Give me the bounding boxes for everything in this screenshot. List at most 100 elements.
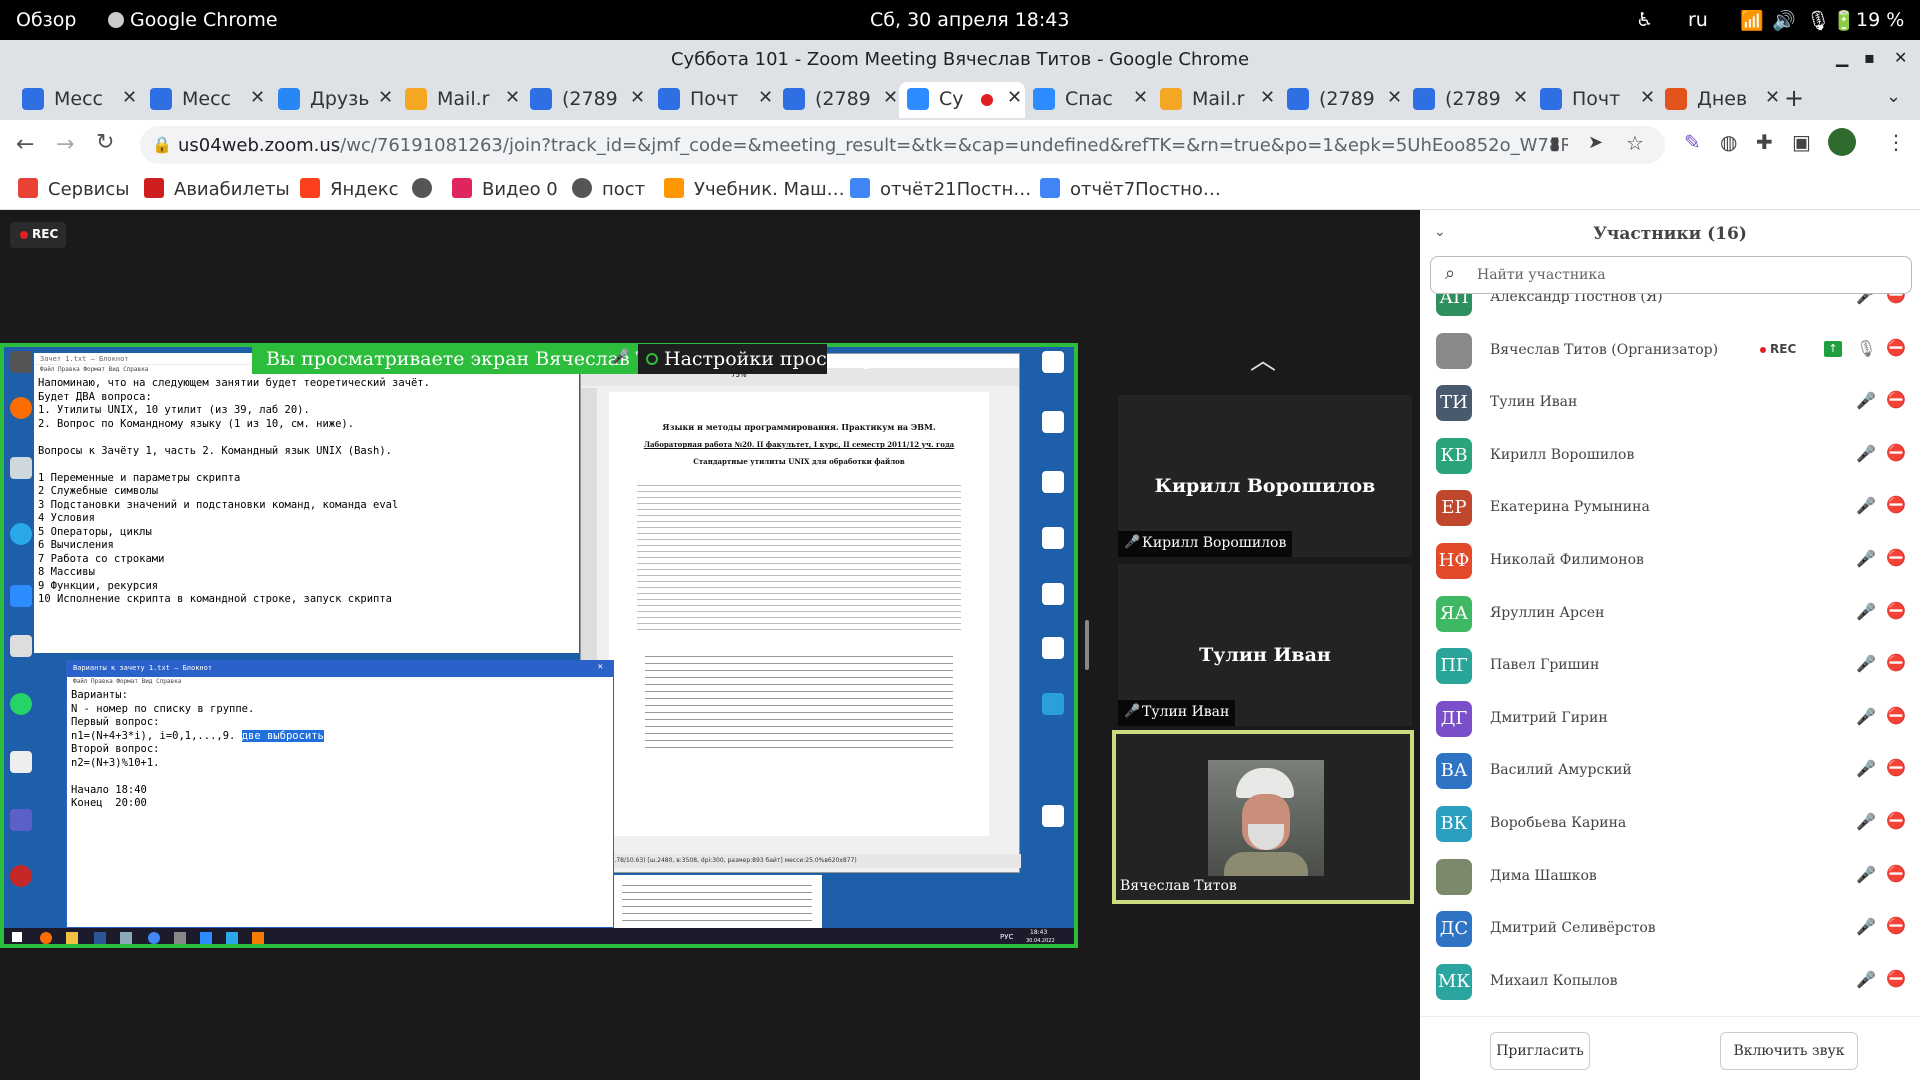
pen-extension-icon[interactable]: ✎ bbox=[1684, 130, 1701, 154]
tab-close-icon[interactable]: ✕ bbox=[1513, 87, 1528, 108]
close-window-button[interactable]: ✕ bbox=[1894, 48, 1907, 67]
tab-close-icon[interactable]: ✕ bbox=[1260, 87, 1275, 108]
taskbar-language[interactable]: РУС bbox=[1000, 933, 1013, 941]
microphone-icon[interactable]: 🎙 bbox=[1806, 9, 1830, 32]
zoom-app-icon[interactable] bbox=[10, 585, 32, 607]
tab-11[interactable]: (2789 ✕ bbox=[1405, 82, 1531, 118]
tab-1[interactable]: Месс ✕ bbox=[142, 82, 268, 118]
tab-3[interactable]: Mail.r ✕ bbox=[397, 82, 523, 118]
accessibility-icon[interactable]: ♿ bbox=[1636, 9, 1653, 31]
image-file-icon[interactable] bbox=[1042, 693, 1064, 715]
participant-row[interactable]: НФ Николай Филимонов 🎤 ⛔ bbox=[1420, 535, 1920, 588]
keyboard-layout[interactable]: ru bbox=[1688, 9, 1708, 31]
bookmark-4[interactable]: Видео 0 bbox=[452, 178, 558, 200]
tab-6[interactable]: (2789 ✕ bbox=[775, 82, 901, 118]
text-file-icon[interactable] bbox=[1042, 805, 1064, 827]
selected-text[interactable]: две выбросить bbox=[241, 729, 324, 742]
tab-search-icon[interactable]: ⌄ bbox=[1886, 86, 1901, 107]
bookmark-0[interactable]: Сервисы bbox=[18, 178, 129, 200]
participant-row[interactable]: ЕР Екатерина Румынина 🎤 ⛔ bbox=[1420, 482, 1920, 535]
tab-7[interactable]: Су ✕ bbox=[899, 82, 1025, 118]
video-tile-titov-active-speaker[interactable]: Вячеслав Титов bbox=[1112, 730, 1414, 904]
view-settings-button[interactable]: Настройки просмотр bbox=[638, 344, 876, 374]
forward-button[interactable]: → bbox=[56, 132, 74, 157]
profile-avatar[interactable] bbox=[1828, 128, 1856, 156]
scroll-up-chevron-icon[interactable]: ︿ bbox=[1250, 340, 1276, 377]
tab-close-icon[interactable]: ✕ bbox=[250, 87, 265, 108]
notepad2-titlebar[interactable]: Варианты к зачету 1.txt — Блокнот ✕ bbox=[67, 661, 613, 677]
taskbar-chrome-icon[interactable] bbox=[148, 932, 160, 944]
clock[interactable]: Сб, 30 апреля 18:43 bbox=[870, 9, 1069, 31]
teams-icon[interactable] bbox=[10, 809, 32, 831]
tab-close-icon[interactable]: ✕ bbox=[122, 87, 137, 108]
new-tab-button[interactable]: + bbox=[1784, 84, 1804, 112]
tab-close-icon[interactable]: ✕ bbox=[1387, 87, 1402, 108]
volume-icon[interactable]: 🔊 bbox=[1772, 9, 1796, 32]
bookmark-6[interactable]: Учебник. Маш… bbox=[664, 178, 845, 200]
tab-close-icon[interactable]: ✕ bbox=[1765, 87, 1780, 108]
notepad-window-zachet[interactable]: Зачет 1.txt — Блокнот Файл Правка Формат… bbox=[34, 353, 579, 653]
tab-close-icon[interactable]: ✕ bbox=[1133, 87, 1148, 108]
participant-search-input[interactable]: ⌕ Найти участника bbox=[1430, 256, 1912, 294]
taskbar-app-icon[interactable] bbox=[174, 932, 186, 944]
tab-close-icon[interactable]: ✕ bbox=[758, 87, 773, 108]
computer-icon[interactable] bbox=[10, 351, 32, 373]
participant-row[interactable]: Дима Шашков 🎤 ⛔ bbox=[1420, 851, 1920, 904]
participant-row[interactable]: ТИ Тулин Иван 🎤 ⛔ bbox=[1420, 377, 1920, 430]
tab-8[interactable]: Спас ✕ bbox=[1025, 82, 1151, 118]
notepad2-menu[interactable]: Файл Правка Формат Вид Справка bbox=[67, 677, 613, 687]
participant-row[interactable]: АП Александр Постнов (Я) 🎤 ⛔ bbox=[1420, 294, 1920, 325]
tab-close-icon[interactable]: ✕ bbox=[505, 87, 520, 108]
firefox-icon[interactable] bbox=[10, 397, 32, 419]
lock-icon[interactable]: 🔒 bbox=[152, 135, 172, 154]
notepad-window-variants[interactable]: Варианты к зачету 1.txt — Блокнот ✕ Файл… bbox=[66, 660, 614, 928]
notepad2-close-icon[interactable]: ✕ bbox=[598, 662, 603, 672]
document-icon[interactable] bbox=[10, 751, 32, 773]
wifi-icon[interactable]: 📶 bbox=[1740, 9, 1764, 32]
back-button[interactable]: ← bbox=[16, 132, 34, 157]
tab-9[interactable]: Mail.r ✕ bbox=[1152, 82, 1278, 118]
video-tile-kirill[interactable]: Кирилл Ворошилов 🎤 Кирилл Ворошилов bbox=[1118, 395, 1412, 557]
taskbar-notepad-icon[interactable] bbox=[120, 932, 132, 944]
chrome-app-menu[interactable]: Google Chrome bbox=[108, 9, 278, 31]
participant-row[interactable]: ПГ Павел Гришин 🎤 ⛔ bbox=[1420, 640, 1920, 693]
vpn-extension-icon[interactable]: ◍ bbox=[1720, 130, 1737, 154]
unmute-all-button[interactable]: Включить звук bbox=[1720, 1032, 1858, 1070]
bookmark-5[interactable]: пост bbox=[572, 178, 645, 200]
taskbar-zoom-icon[interactable] bbox=[200, 932, 212, 944]
tab-5[interactable]: Почт ✕ bbox=[650, 82, 776, 118]
bookmark-8[interactable]: отчёт7Постно… bbox=[1040, 178, 1221, 200]
virtualbox-icon[interactable] bbox=[10, 635, 32, 657]
chrome-menu-icon[interactable]: ⋮ bbox=[1886, 130, 1906, 154]
extensions-icon[interactable]: ✚ bbox=[1756, 130, 1773, 154]
reload-button[interactable]: ↻ bbox=[96, 130, 114, 155]
text-file-icon[interactable] bbox=[1042, 527, 1064, 549]
tab-close-icon[interactable]: ✕ bbox=[378, 87, 393, 108]
tab-close-icon[interactable]: ✕ bbox=[630, 87, 645, 108]
bookmark-star-icon[interactable]: ☆ bbox=[1626, 131, 1644, 155]
text-file-icon[interactable] bbox=[1042, 411, 1064, 433]
bookmark-1[interactable]: Авиабилеты bbox=[144, 178, 290, 200]
send-icon[interactable]: ➤ bbox=[1588, 132, 1603, 153]
participant-row[interactable]: ЯА Яруллин Арсен 🎤 ⛔ bbox=[1420, 588, 1920, 641]
tab-close-icon[interactable]: ✕ bbox=[1007, 87, 1022, 108]
telegram-icon[interactable] bbox=[10, 523, 32, 545]
address-bar[interactable]: 🔒 us04web.zoom.us/wc/76191081263/join?tr… bbox=[140, 126, 1665, 164]
shared-screen[interactable]: Зачет 1.txt — Блокнот Файл Правка Формат… bbox=[0, 343, 1078, 948]
minimize-button[interactable]: ▁ bbox=[1836, 48, 1848, 67]
participant-row[interactable]: ВА Василий Амурский 🎤 ⛔ bbox=[1420, 745, 1920, 798]
participants-list[interactable]: АП Александр Постнов (Я) 🎤 ⛔ Вячеслав Титов … bbox=[1420, 294, 1920, 1026]
taskbar-time[interactable]: 18:43 bbox=[1030, 929, 1047, 936]
bookmark-3[interactable] bbox=[412, 178, 442, 200]
bandicam-icon[interactable] bbox=[10, 865, 32, 887]
taskbar-firefox-icon[interactable] bbox=[40, 932, 52, 944]
text-file-icon[interactable] bbox=[1042, 637, 1064, 659]
camera-icon[interactable]: ▮ bbox=[1550, 133, 1560, 154]
taskbar-date[interactable]: 30.04.2022 bbox=[1026, 938, 1055, 944]
text-file-icon[interactable] bbox=[1042, 583, 1064, 605]
video-splitter-handle[interactable] bbox=[1085, 620, 1089, 670]
participant-row[interactable]: ВК Воробьева Карина 🎤 ⛔ bbox=[1420, 798, 1920, 851]
text-file-icon[interactable] bbox=[1042, 351, 1064, 373]
tab-13[interactable]: Днев ✕ bbox=[1657, 82, 1783, 118]
recycle-bin-icon[interactable] bbox=[10, 457, 32, 479]
